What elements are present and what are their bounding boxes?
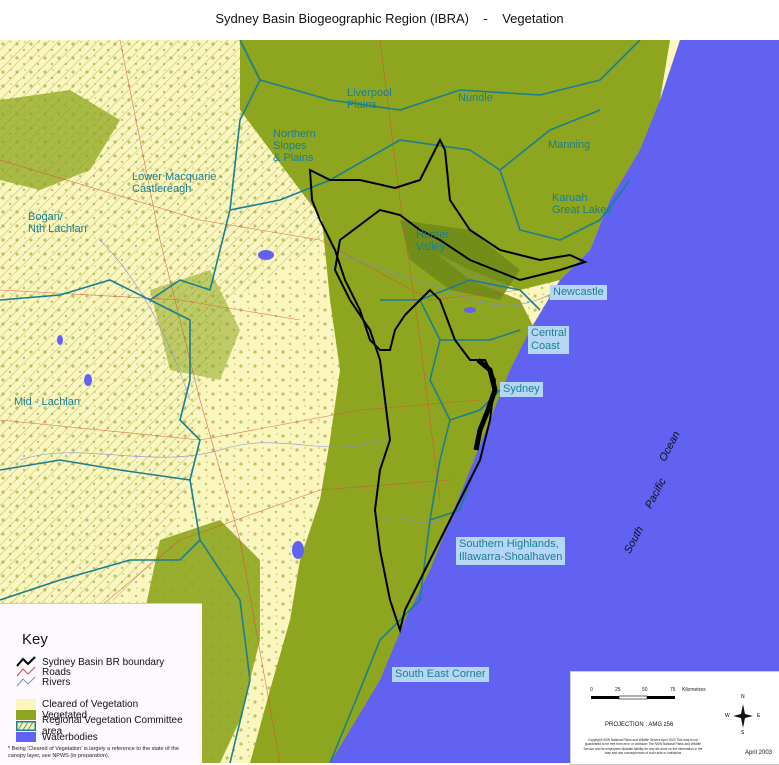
coastal-label-southern-highlands: Southern Highlands, Illawarra-Shoalhaven xyxy=(456,537,566,565)
region-label-mid-lachlan: Mid - Lachlan xyxy=(14,396,81,408)
coastal-label-central-coast: Central Coast xyxy=(528,326,570,354)
legend-label: Waterbodies xyxy=(42,731,98,743)
compass-n: N xyxy=(741,694,745,700)
legend: Key Sydney Basin BR boundary Roads River… xyxy=(0,603,202,764)
region-label-nundle: Nundle xyxy=(458,92,493,104)
scale-unit-label: Kilometres xyxy=(682,687,706,693)
region-label-liverpool-plains: Liverpool Plains xyxy=(347,87,392,111)
legend-title: Key xyxy=(22,631,48,648)
copyright-notice: Copyright NSW National Parks and Wildlif… xyxy=(583,738,703,755)
region-label-hunter-valley: Hunter Valley xyxy=(416,229,450,253)
scale-tick-label: 50 xyxy=(642,687,648,693)
legend-label: Cleared of Vegetation xyxy=(42,698,139,710)
compass-e: E xyxy=(757,713,761,719)
waterbody xyxy=(464,307,476,313)
region-label-lower-macquarie: Lower Macquarie - Castlereagh xyxy=(132,171,224,195)
projection-label: PROJECTION : AMG z56 xyxy=(605,722,674,728)
map-title: Sydney Basin Biogeographic Region (IBRA)… xyxy=(215,11,564,26)
scale-tick-label: 25 xyxy=(615,687,621,693)
cleared-swatch xyxy=(16,699,36,709)
scale-tick-label: 0 xyxy=(590,687,593,693)
map-date: April 2003 xyxy=(744,750,772,756)
region-label-manning: Manning xyxy=(548,139,591,151)
rvc-hatch-swatch xyxy=(16,721,36,731)
waterbody-swatch xyxy=(16,732,36,742)
legend-footnote: * Being 'Cleared of Vegetation' is large… xyxy=(8,746,179,759)
north-arrow: N S W E xyxy=(725,694,760,736)
legend-item-rivers: Rivers xyxy=(16,676,70,688)
waterbody xyxy=(292,541,304,559)
waterbody xyxy=(84,374,92,386)
legend-item-waterbodies: Waterbodies xyxy=(16,731,98,743)
compass-rose-icon xyxy=(733,704,753,728)
scale-bar-graphic xyxy=(591,695,675,700)
region-label-bogan: Bogan/ Nth Lachlan xyxy=(28,211,87,235)
compass-s: S xyxy=(741,730,745,736)
scale-tick-label: 75 xyxy=(670,687,676,693)
map-info-box: 0 25 50 75 Kilometres PROJECTION : AMG z… xyxy=(570,671,779,765)
compass-w: W xyxy=(725,713,730,719)
river-line-icon xyxy=(16,676,36,687)
region-label-northern-slopes: Northern Slopes & Plains xyxy=(273,128,316,164)
waterbody xyxy=(57,335,63,345)
region-label-karuah: Karuah Great Lakes xyxy=(552,192,612,216)
title-bar: Sydney Basin Biogeographic Region (IBRA)… xyxy=(0,0,779,40)
coastal-label-sydney: Sydney xyxy=(500,382,543,397)
coastal-label-newcastle: Newcastle xyxy=(550,285,607,300)
waterbody xyxy=(258,250,274,260)
vegetated-swatch xyxy=(16,710,36,720)
legend-label: Rivers xyxy=(42,676,71,688)
coastal-label-south-east-corner: South East Corner xyxy=(392,667,489,682)
